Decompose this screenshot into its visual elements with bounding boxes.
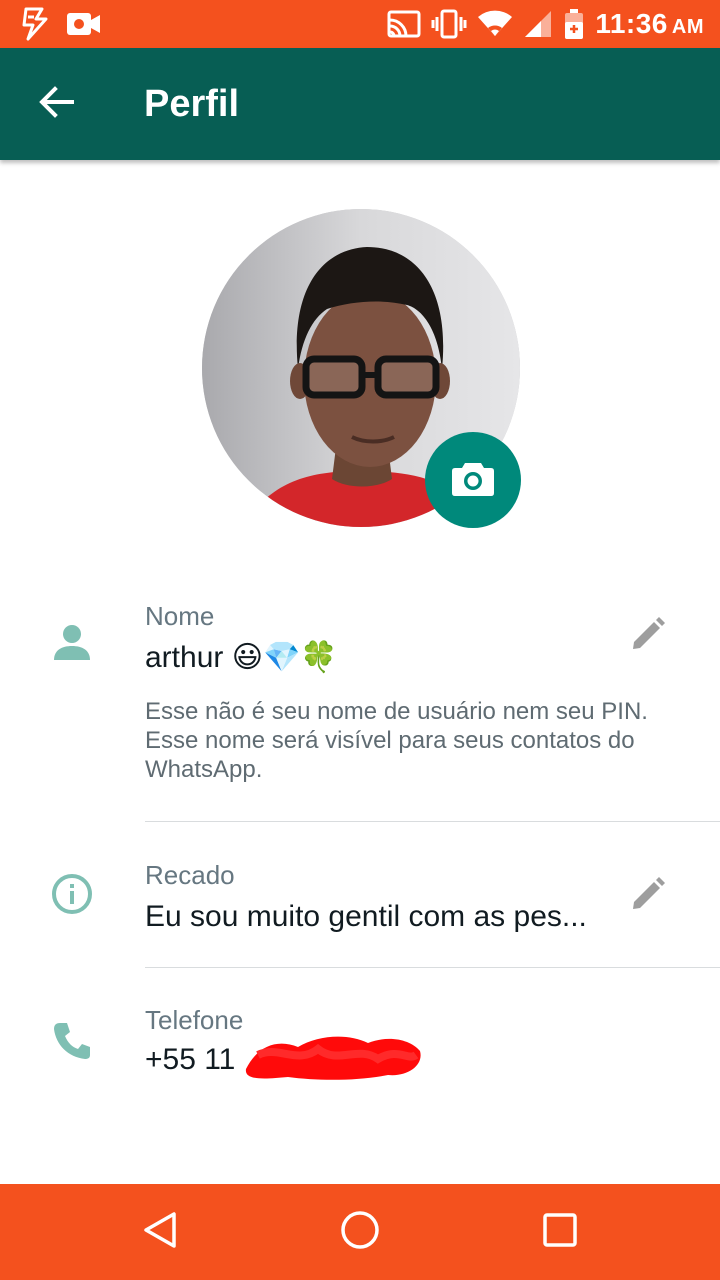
- battery-icon: [563, 8, 585, 40]
- nav-back-button[interactable]: [136, 1208, 184, 1256]
- phone-icon: [48, 1017, 96, 1065]
- circle-home-icon: [340, 1210, 380, 1255]
- video-icon: [66, 10, 102, 38]
- nav-home-button[interactable]: [336, 1208, 384, 1256]
- name-hint: Esse não é seu nome de usuário nem seu P…: [145, 698, 648, 783]
- change-photo-button[interactable]: [425, 432, 521, 528]
- redaction-scribble: [238, 1025, 428, 1090]
- back-button[interactable]: [0, 48, 112, 160]
- status-bar: 11:36 AM: [0, 0, 720, 48]
- triangle-back-icon: [140, 1210, 180, 1255]
- divider: [145, 967, 720, 968]
- divider: [145, 821, 720, 822]
- bolt-icon: [20, 7, 52, 41]
- profile-photo-container: [202, 209, 521, 528]
- arrow-back-icon: [38, 85, 74, 123]
- pencil-icon: [631, 616, 665, 656]
- cast-icon: [387, 10, 421, 38]
- phone-label: Telefone: [145, 1005, 244, 1035]
- about-value: Eu sou muito gentil com as pes...: [145, 900, 587, 933]
- info-icon: [48, 870, 96, 918]
- about-label: Recado: [145, 860, 235, 890]
- person-icon: [48, 618, 96, 666]
- page-title: Perfil: [144, 82, 240, 125]
- edit-about-button[interactable]: [624, 872, 672, 920]
- nav-recents-button[interactable]: [536, 1208, 584, 1256]
- app-bar: Perfil: [0, 48, 720, 160]
- signal-icon: [523, 9, 553, 39]
- phone-row: Telefone +55 11: [0, 995, 720, 1095]
- about-row[interactable]: Recado Eu sou muito gentil com as pes...: [0, 850, 720, 960]
- wifi-icon: [477, 10, 513, 38]
- square-recents-icon: [540, 1210, 580, 1255]
- clock: 11:36 AM: [595, 8, 704, 39]
- name-label: Nome: [145, 601, 215, 631]
- name-value: arthur 😃💎🍀: [145, 641, 338, 674]
- edit-name-button[interactable]: [624, 612, 672, 660]
- pencil-icon: [631, 876, 665, 916]
- camera-icon: [451, 459, 495, 502]
- phone-value: +55 11: [145, 1043, 236, 1076]
- vibrate-icon: [431, 9, 467, 39]
- navigation-bar: [0, 1184, 720, 1280]
